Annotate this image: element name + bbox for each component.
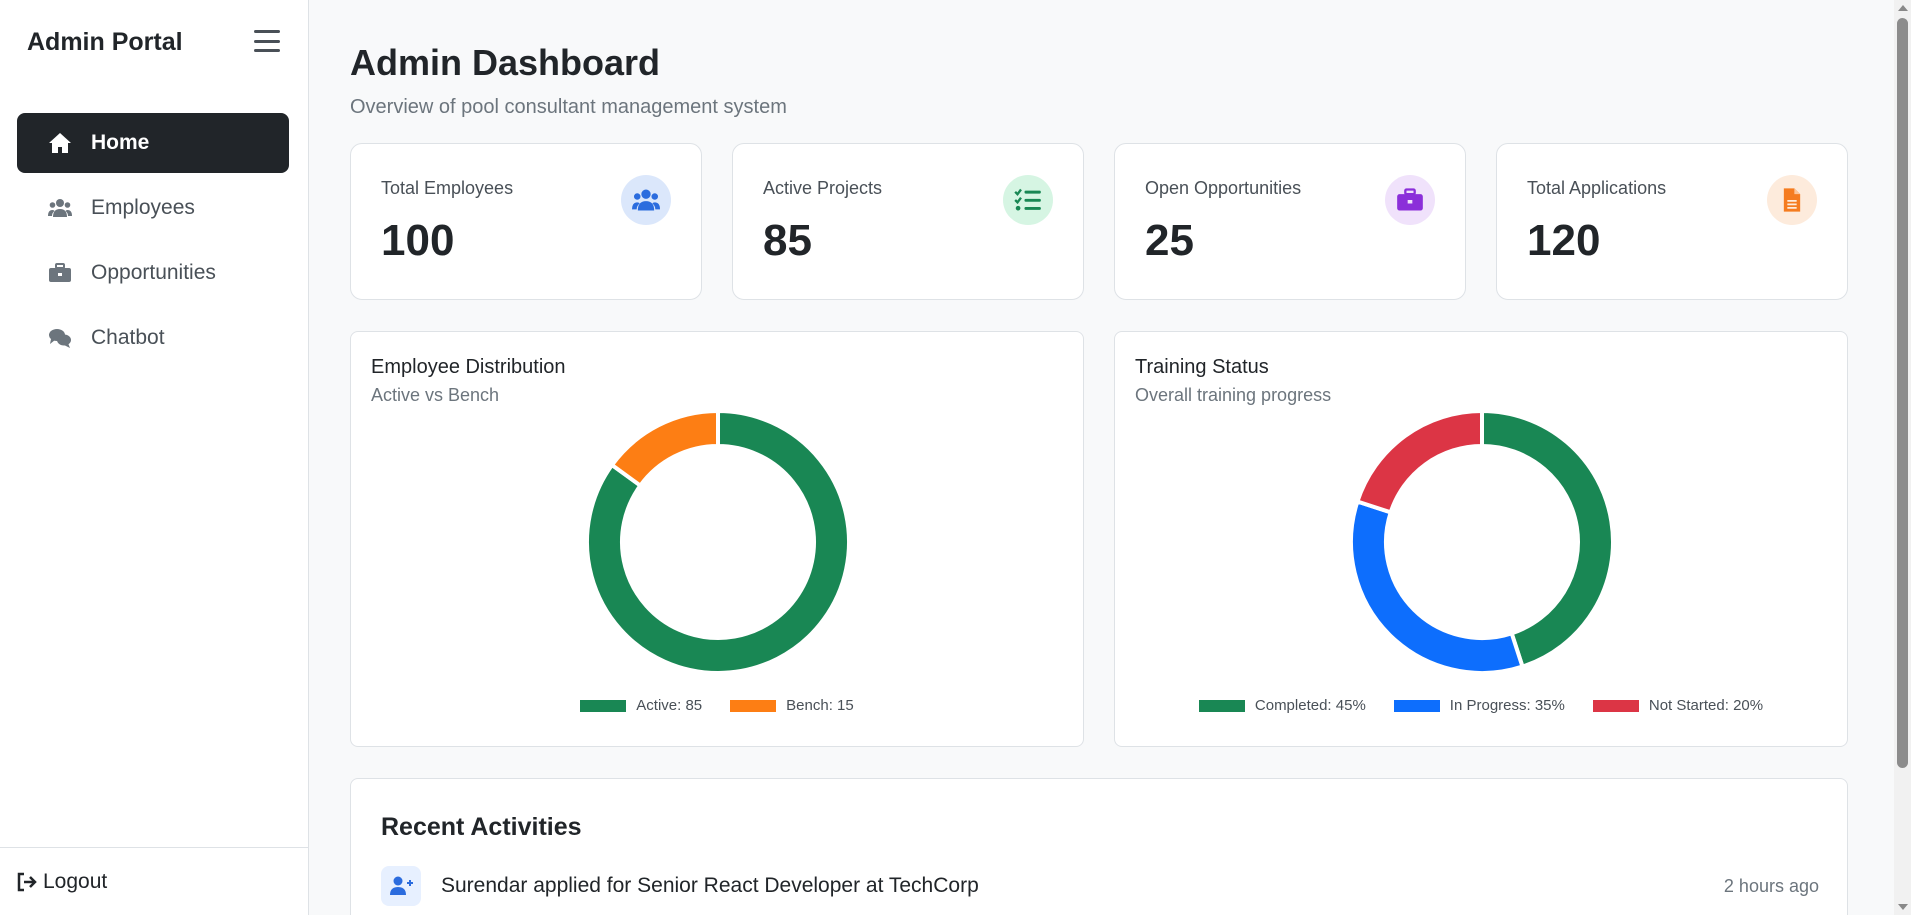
legend-label: Completed: 45% bbox=[1254, 697, 1366, 714]
legend-label: Not Started: 20% bbox=[1648, 697, 1764, 714]
sidebar-nav: Home Employees Opportunities Chatbot bbox=[17, 113, 289, 373]
stat-value: 100 bbox=[381, 216, 455, 265]
legend-swatch bbox=[1592, 699, 1639, 712]
donut-slice-in-progress[interactable] bbox=[1350, 498, 1526, 674]
stat-card-open-opportunities: Open Opportunities 25 bbox=[1114, 143, 1466, 300]
stat-label: Total Employees bbox=[381, 178, 514, 198]
legend-label: Bench: 15 bbox=[786, 697, 854, 714]
legend-swatch bbox=[730, 699, 777, 712]
stat-card-total-applications: Total Applications 120 bbox=[1496, 143, 1848, 300]
users-icon bbox=[621, 175, 671, 225]
user-plus-icon bbox=[381, 866, 421, 906]
stat-value: 85 bbox=[763, 216, 812, 265]
stat-value: 120 bbox=[1527, 216, 1601, 265]
legend-swatch bbox=[1393, 699, 1440, 712]
sidebar-item-label: Opportunities bbox=[91, 261, 216, 284]
training-status-donut bbox=[1350, 410, 1614, 674]
users-icon bbox=[46, 196, 74, 220]
chart-card-training-status: Training Status Overall training progres… bbox=[1114, 331, 1848, 747]
recent-activities-title: Recent Activities bbox=[381, 813, 582, 841]
menu-toggle-icon[interactable] bbox=[254, 30, 280, 52]
scroll-down-arrow-icon[interactable] bbox=[1898, 904, 1908, 910]
legend-swatch bbox=[580, 699, 627, 712]
briefcase-icon bbox=[1385, 175, 1435, 225]
scroll-up-arrow-icon[interactable] bbox=[1898, 5, 1908, 11]
employee-distribution-donut bbox=[586, 410, 850, 674]
briefcase-icon bbox=[46, 261, 74, 285]
chart-subtitle: Overall training progress bbox=[1135, 385, 1332, 405]
sidebar-item-opportunities[interactable]: Opportunities bbox=[17, 243, 289, 303]
file-icon bbox=[1767, 175, 1817, 225]
legend-item[interactable]: Completed: 45% bbox=[1198, 697, 1366, 714]
home-icon bbox=[46, 131, 74, 155]
sidebar-item-chatbot[interactable]: Chatbot bbox=[17, 308, 289, 368]
donut-slice-not-started[interactable] bbox=[1354, 410, 1484, 515]
scrollbar[interactable] bbox=[1894, 0, 1911, 915]
activity-text: Surendar applied for Senior React Develo… bbox=[441, 874, 979, 897]
stat-label: Active Projects bbox=[763, 178, 883, 198]
legend-label: In Progress: 35% bbox=[1449, 697, 1565, 714]
chart-card-employee-distribution: Employee Distribution Active vs Bench Ac… bbox=[350, 331, 1084, 747]
chart-legend: Completed: 45% In Progress: 35% Not Starte… bbox=[1115, 697, 1847, 714]
stat-value: 25 bbox=[1145, 216, 1194, 265]
legend-label: Active: 85 bbox=[636, 697, 703, 714]
logout-label: Logout bbox=[43, 869, 108, 893]
stat-card-total-employees: Total Employees 100 bbox=[350, 143, 702, 300]
donut-slice-completed[interactable] bbox=[1480, 410, 1614, 670]
chart-title: Employee Distribution bbox=[371, 356, 566, 378]
stat-label: Open Opportunities bbox=[1145, 178, 1302, 198]
comments-icon bbox=[46, 326, 74, 350]
sidebar-item-label: Employees bbox=[91, 196, 195, 219]
brand-title: Admin Portal bbox=[27, 28, 183, 56]
activity-time: 2 hours ago bbox=[1723, 875, 1819, 896]
sidebar-item-label: Chatbot bbox=[91, 326, 165, 349]
scrollbar-thumb[interactable] bbox=[1897, 18, 1908, 768]
donut-slice-bench[interactable] bbox=[609, 410, 720, 489]
chart-subtitle: Active vs Bench bbox=[371, 385, 500, 405]
list-item[interactable]: Surendar applied for Senior React Develo… bbox=[381, 865, 1819, 907]
sidebar-item-label: Home bbox=[91, 131, 150, 154]
page-title: Admin Dashboard bbox=[350, 42, 661, 83]
page-subtitle: Overview of pool consultant management s… bbox=[350, 96, 787, 118]
sign-out-icon bbox=[17, 872, 37, 891]
recent-activities-card: Recent Activities Surendar applied for S… bbox=[350, 778, 1848, 915]
logout-button[interactable]: Logout bbox=[0, 847, 309, 915]
legend-item[interactable]: Bench: 15 bbox=[730, 697, 854, 714]
legend-item[interactable]: Active: 85 bbox=[580, 697, 702, 714]
tasks-icon bbox=[1003, 175, 1053, 225]
sidebar: Admin Portal Home Employees Opportunitie… bbox=[0, 0, 309, 915]
sidebar-item-home[interactable]: Home bbox=[17, 113, 289, 173]
legend-swatch bbox=[1198, 699, 1245, 712]
legend-item[interactable]: Not Started: 20% bbox=[1592, 697, 1764, 714]
legend-item[interactable]: In Progress: 35% bbox=[1393, 697, 1565, 714]
sidebar-item-employees[interactable]: Employees bbox=[17, 178, 289, 238]
chart-legend: Active: 85 Bench: 15 bbox=[351, 697, 1083, 714]
stat-label: Total Applications bbox=[1527, 178, 1667, 198]
chart-title: Training Status bbox=[1135, 356, 1269, 378]
stat-card-active-projects: Active Projects 85 bbox=[732, 143, 1084, 300]
